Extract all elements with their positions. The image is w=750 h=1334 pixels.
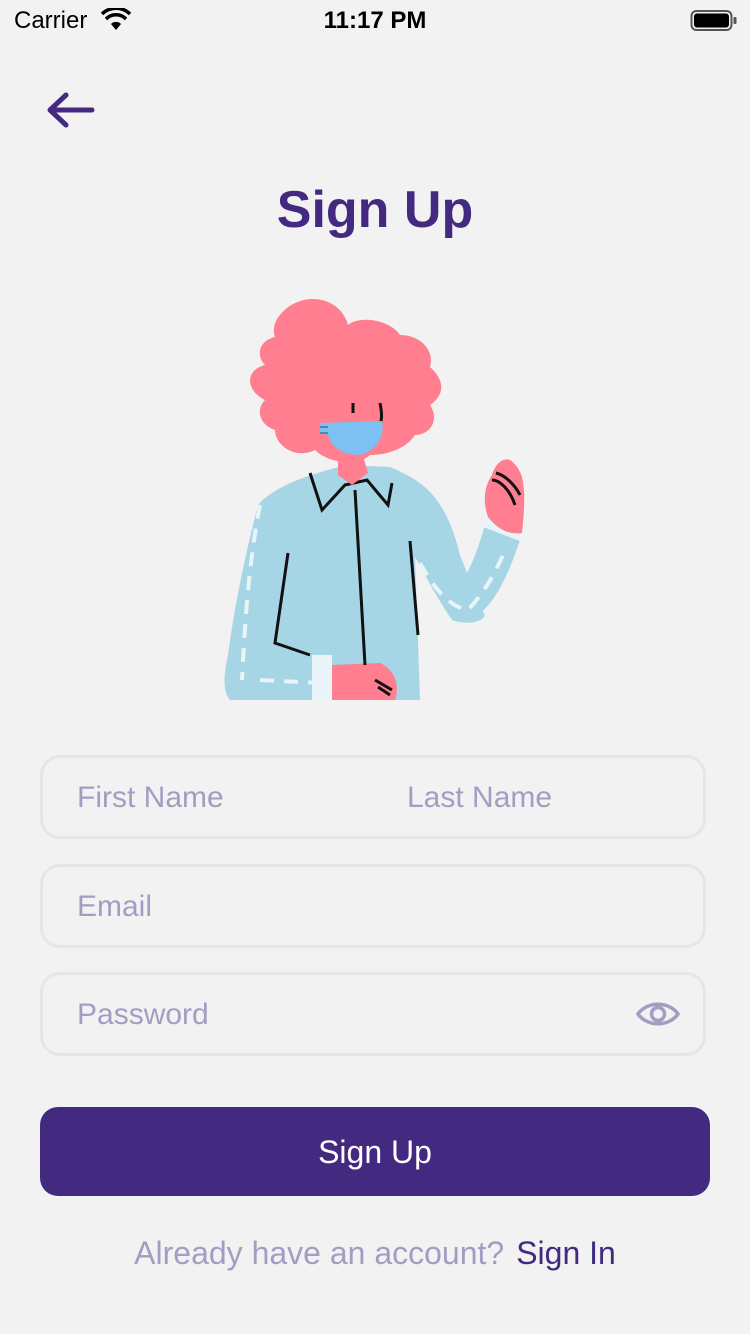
arrow-left-icon (47, 92, 95, 128)
person-illustration (220, 295, 540, 710)
sign-up-button[interactable]: Sign Up (40, 1107, 710, 1196)
back-button[interactable] (40, 86, 100, 134)
status-bar: Carrier 11:17 PM (0, 0, 750, 40)
first-name-field[interactable] (75, 758, 379, 838)
eye-icon[interactable] (635, 997, 681, 1036)
sign-in-link[interactable]: Sign In (516, 1235, 616, 1271)
signin-prompt: Already have an account? Sign In (0, 1235, 750, 1272)
name-field-group (40, 755, 706, 839)
password-field[interactable] (75, 975, 619, 1055)
clock: 11:17 PM (323, 7, 427, 34)
battery-icon (690, 9, 738, 38)
password-field-group (40, 972, 706, 1056)
signin-prompt-text: Already have an account? (134, 1235, 505, 1271)
email-field-group (40, 864, 706, 948)
email-field[interactable] (75, 867, 679, 947)
page-title: Sign Up (276, 181, 474, 239)
last-name-field[interactable] (405, 758, 689, 838)
